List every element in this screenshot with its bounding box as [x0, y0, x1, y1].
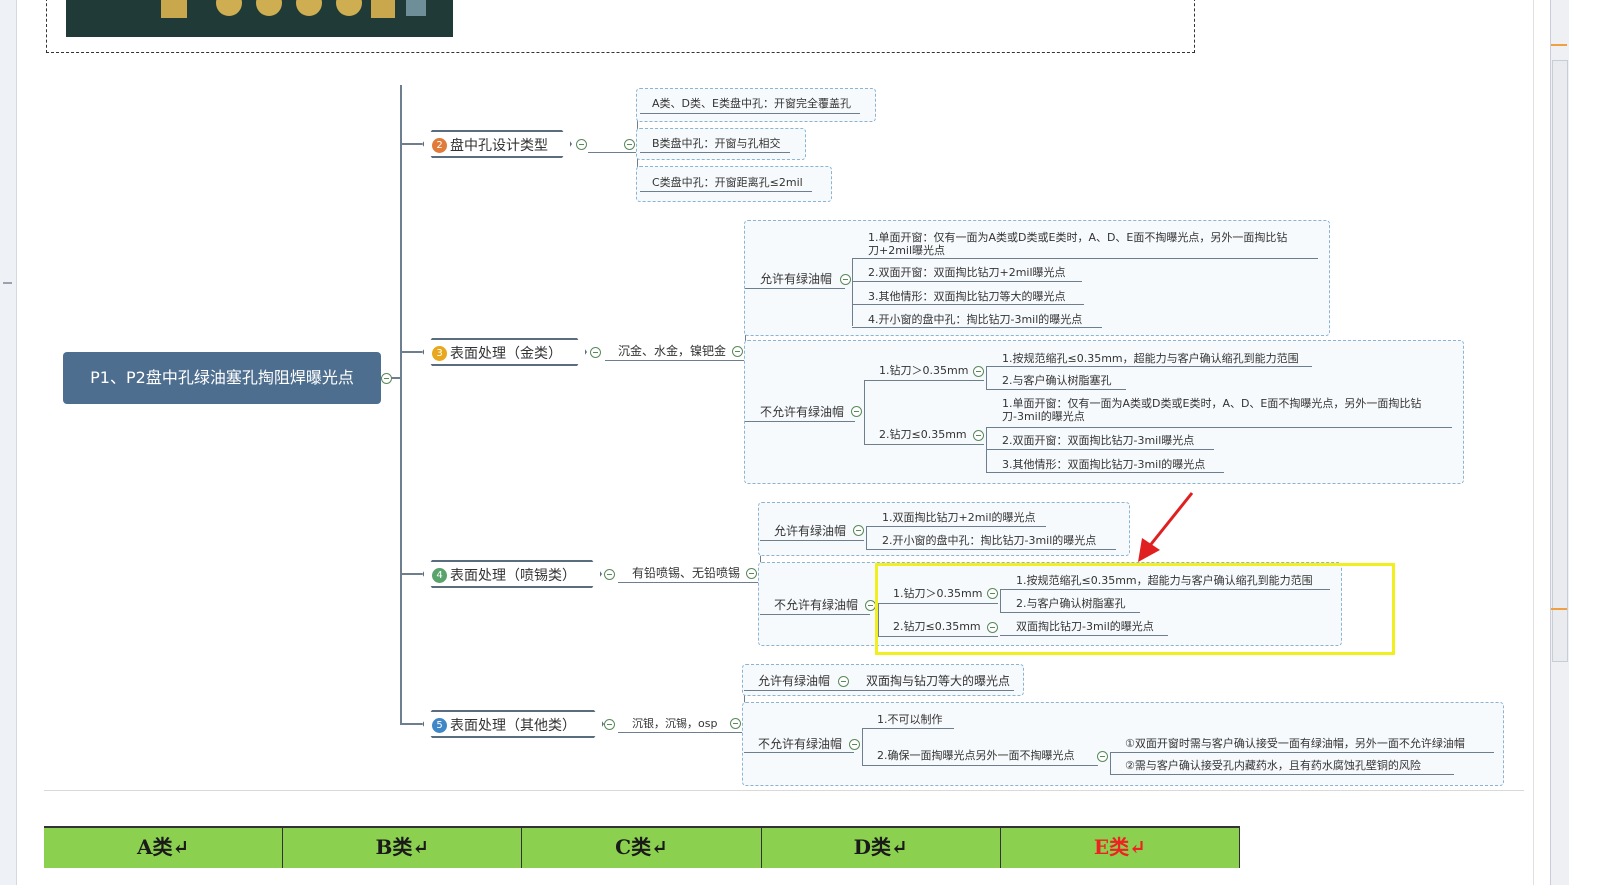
table-header: A类↵ B类↵ C类↵ D类↵ E类↵: [44, 826, 1241, 868]
collapse-icon[interactable]: [849, 739, 860, 750]
allow-label: 允许有绿油帽: [774, 524, 847, 538]
root-topic[interactable]: P1、P2盘中孔绿油塞孔掏阻焊曝光点: [63, 352, 381, 404]
collapse-icon[interactable]: [1097, 751, 1108, 762]
left-ruler: [0, 0, 17, 885]
collapse-icon[interactable]: [838, 676, 849, 687]
table-header-cell: D类↵: [762, 828, 1001, 868]
table-header-cell: E类↵: [1001, 828, 1241, 868]
other-note-2: ②需与客户确认接受孔内藏药水，且有药水腐蚀孔壁铜的风险: [1125, 759, 1421, 772]
table-header-cell: B类↵: [283, 828, 523, 868]
branch-surface-tin[interactable]: 4 表面处理（喷锡类）: [422, 560, 602, 588]
gold-allow-3: 3.其他情形：双面掏比钻刀等大的曝光点: [868, 290, 1066, 303]
collapse-icon[interactable]: [604, 569, 615, 580]
other-deny-1: 1.不可以制作: [877, 713, 943, 726]
collapse-icon[interactable]: [590, 347, 601, 358]
pcb-photo: [66, 0, 453, 37]
branch-label: 表面处理（金类）: [450, 346, 562, 362]
deny-label: 不允许有绿油帽: [758, 737, 843, 751]
tin-subtitle: 有铅喷锡、无铅喷锡: [632, 566, 741, 580]
ruler-marker-bottom: [1551, 608, 1567, 610]
gold-allow-1b: 刀+2mil曝光点: [868, 244, 946, 257]
design-type-3: C类盘中孔：开窗距离孔≤2mil: [652, 176, 803, 189]
page-separator: [44, 790, 1524, 791]
number-2-icon: 2: [432, 138, 447, 153]
collapse-icon[interactable]: [381, 373, 392, 384]
tin-allow-2: 2.开小窗的盘中孔：掏比钻刀-3mil的曝光点: [882, 534, 1097, 547]
other-allow-1: 双面掏与钻刀等大的曝光点: [866, 674, 1011, 688]
collapse-icon[interactable]: [746, 568, 757, 579]
gold-le-1: 1.单面开窗：仅有一面为A类或D类或E类时，A、D、E面不掏曝光点，另外一面掏比…: [1002, 397, 1422, 410]
gold-gt-1: 1.按规范缩孔≤0.35mm，超能力与客户确认缩孔到能力范围: [1002, 352, 1299, 365]
allow-label: 允许有绿油帽: [758, 674, 831, 688]
right-gutter: [1533, 0, 1551, 885]
collapse-icon[interactable]: [604, 719, 615, 730]
design-type-2: B类盘中孔：开窗与孔相交: [652, 137, 781, 150]
collapse-icon[interactable]: [973, 366, 984, 377]
gold-drill-le: 2.钻刀≤0.35mm: [879, 428, 967, 441]
branch-label: 盘中孔设计类型: [450, 138, 548, 154]
collapse-icon[interactable]: [973, 430, 984, 441]
collapse-icon[interactable]: [730, 718, 741, 729]
deny-label: 不允许有绿油帽: [774, 598, 859, 612]
gold-le-1b: 刀-3mil的曝光点: [1002, 410, 1085, 423]
design-type-1: A类、D类、E类盘中孔：开窗完全覆盖孔: [652, 97, 851, 110]
gold-le-3: 3.其他情形：双面掏比钻刀-3mil的曝光点: [1002, 458, 1206, 471]
collapse-icon[interactable]: [624, 139, 635, 150]
other-subtitle: 沉银，沉锡，osp: [632, 717, 718, 730]
gold-drill-gt: 1.钻刀＞0.35mm: [879, 364, 969, 377]
other-note-1: ①双面开窗时需与客户确认接受一面有绿油帽，另外一面不允许绿油帽: [1125, 737, 1465, 750]
branch-label: 表面处理（喷锡类）: [450, 568, 576, 584]
gold-allow-1: 1.单面开窗：仅有一面为A类或D类或E类时，A、D、E面不掏曝光点，另外一面掏比…: [868, 231, 1288, 244]
gold-le-2: 2.双面开窗：双面掏比钻刀-3mil曝光点: [1002, 434, 1195, 447]
number-5-icon: 5: [432, 718, 447, 733]
table-header-cell: A类↵: [44, 828, 284, 868]
allow-label: 允许有绿油帽: [760, 272, 833, 286]
collapse-icon[interactable]: [732, 346, 743, 357]
deny-label: 不允许有绿油帽: [760, 405, 845, 419]
highlight-box: [875, 563, 1395, 655]
ruler-marker-top: [1551, 44, 1567, 46]
gold-gt-2: 2.与客户确认树脂塞孔: [1002, 374, 1112, 387]
branch-label: 表面处理（其他类）: [450, 718, 576, 734]
collapse-icon[interactable]: [853, 525, 864, 536]
other-deny-2: 2.确保一面掏曝光点另外一面不掏曝光点: [877, 749, 1075, 762]
number-4-icon: 4: [432, 568, 447, 583]
tin-allow-1: 1.双面掏比钻刀+2mil的曝光点: [882, 511, 1036, 524]
gold-allow-4: 4.开小窗的盘中孔：掏比钻刀-3mil的曝光点: [868, 313, 1083, 326]
collapse-icon[interactable]: [840, 274, 851, 285]
red-arrow-icon: [1138, 492, 1194, 562]
gold-allow-2: 2.双面开窗：双面掏比钻刀+2mil曝光点: [868, 266, 1066, 279]
number-3-icon: 3: [432, 346, 447, 361]
branch-surface-other[interactable]: 5 表面处理（其他类）: [422, 710, 604, 738]
table-header-cell: C类↵: [522, 828, 762, 868]
branch-design-types[interactable]: 2 盘中孔设计类型: [422, 130, 572, 158]
collapse-icon[interactable]: [576, 139, 587, 150]
ruler-marker: [3, 282, 12, 284]
branch-surface-gold[interactable]: 3 表面处理（金类）: [422, 338, 587, 366]
collapse-icon[interactable]: [851, 406, 862, 417]
scrollbar-thumb[interactable]: [1552, 60, 1568, 662]
gold-subtitle: 沉金、水金，镍钯金: [618, 344, 727, 358]
